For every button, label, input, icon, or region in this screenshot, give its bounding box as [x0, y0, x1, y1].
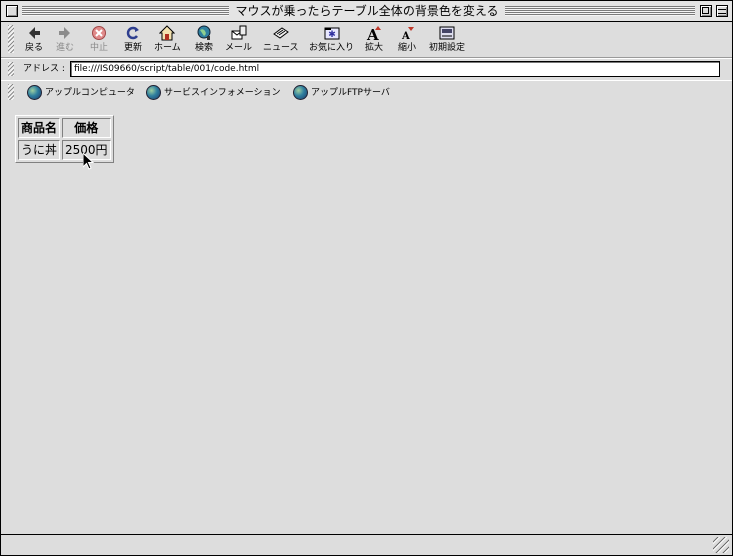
news-button[interactable]: ニュース: [263, 25, 299, 54]
svg-text:✱: ✱: [328, 30, 336, 40]
favorites-bar: アップルコンピュータ サービスインフォメーション アップルFTPサーバ: [1, 80, 732, 106]
address-grip[interactable]: [8, 62, 14, 76]
favorites-label: お気に入り: [309, 43, 355, 53]
font-smaller-button[interactable]: A 縮小: [398, 25, 416, 54]
svg-text:A: A: [401, 31, 410, 41]
favorite-service-information[interactable]: サービスインフォメーション: [146, 85, 281, 100]
collapse-box[interactable]: [716, 5, 728, 17]
home-icon: [159, 25, 176, 41]
price-table[interactable]: 商品名 価格 うに丼 2500円: [15, 115, 114, 163]
globe-icon: [293, 85, 308, 100]
favorites-icon: ✱: [324, 25, 340, 41]
refresh-button[interactable]: 更新: [124, 25, 142, 54]
home-label: ホーム: [154, 43, 181, 53]
refresh-label: 更新: [124, 43, 143, 53]
favorite-apple-ftp-server[interactable]: アップルFTPサーバ: [293, 85, 390, 100]
preferences-button[interactable]: 初期設定: [429, 25, 465, 54]
back-arrow-icon: [26, 25, 42, 41]
cell-product-name: うに丼: [18, 140, 61, 160]
back-label: 戻る: [25, 43, 44, 53]
page-content: 商品名 価格 うに丼 2500円: [1, 105, 732, 533]
mail-label: メール: [225, 43, 253, 53]
search-label: 検索: [195, 43, 214, 53]
toolbar: 戻る 進む 中止 更新 ホーム 検索 メール ニュース ✱ お気に入り A 拡大…: [1, 22, 732, 58]
toolbar-grip[interactable]: [8, 25, 14, 53]
font-larger-icon: A: [366, 25, 382, 44]
header-product-name: 商品名: [18, 118, 61, 138]
resize-grip[interactable]: [713, 537, 729, 553]
address-label: アドレス :: [23, 64, 65, 74]
window-title: マウスが乗ったらテーブル全体の背景色を変える: [235, 4, 499, 18]
search-globe-icon: [196, 25, 212, 41]
stop-button[interactable]: 中止: [90, 25, 108, 54]
browser-window: マウスが乗ったらテーブル全体の背景色を変える 戻る 進む 中止 更新 ホーム 検…: [0, 0, 733, 556]
stop-icon: [91, 25, 107, 41]
favorite-apple-computer[interactable]: アップルコンピュータ: [27, 85, 135, 100]
favorites-button[interactable]: ✱ お気に入り: [309, 25, 354, 54]
font-smaller-label: 縮小: [398, 43, 417, 53]
favorite-label: アップルコンピュータ: [45, 88, 135, 98]
back-button[interactable]: 戻る: [25, 25, 43, 54]
table-row: うに丼 2500円: [18, 140, 111, 160]
forward-label: 進む: [56, 43, 75, 53]
search-button[interactable]: 検索: [195, 25, 213, 54]
table-header-row: 商品名 価格: [18, 118, 111, 138]
preferences-icon: [439, 25, 455, 41]
close-box[interactable]: [6, 5, 18, 17]
title-bar[interactable]: マウスが乗ったらテーブル全体の背景色を変える: [1, 1, 732, 22]
header-price: 価格: [62, 118, 111, 138]
address-input[interactable]: file:///IS09660/script/table/001/code.ht…: [70, 61, 720, 77]
stop-label: 中止: [90, 43, 109, 53]
zoom-box[interactable]: [700, 5, 712, 17]
title-stripes-left: [22, 6, 229, 16]
title-stripes-right: [505, 6, 695, 16]
refresh-icon: [125, 25, 141, 41]
favorite-label: アップルFTPサーバ: [311, 88, 390, 98]
home-button[interactable]: ホーム: [154, 25, 181, 54]
globe-icon: [146, 85, 161, 100]
forward-arrow-icon: [57, 25, 73, 41]
mail-button[interactable]: メール: [225, 25, 252, 54]
favorite-label: サービスインフォメーション: [164, 88, 281, 98]
news-label: ニュース: [263, 43, 299, 53]
globe-icon: [27, 85, 42, 100]
address-bar: アドレス : file:///IS09660/script/table/001/…: [1, 58, 732, 81]
news-icon: [272, 25, 289, 41]
preferences-label: 初期設定: [429, 43, 466, 53]
favorites-grip[interactable]: [8, 84, 14, 100]
font-larger-label: 拡大: [365, 43, 384, 53]
font-smaller-icon: A: [399, 25, 415, 42]
font-larger-button[interactable]: A 拡大: [365, 25, 383, 54]
mail-icon: [231, 25, 247, 41]
forward-button[interactable]: 進む: [56, 25, 74, 54]
status-bar: [1, 534, 732, 555]
